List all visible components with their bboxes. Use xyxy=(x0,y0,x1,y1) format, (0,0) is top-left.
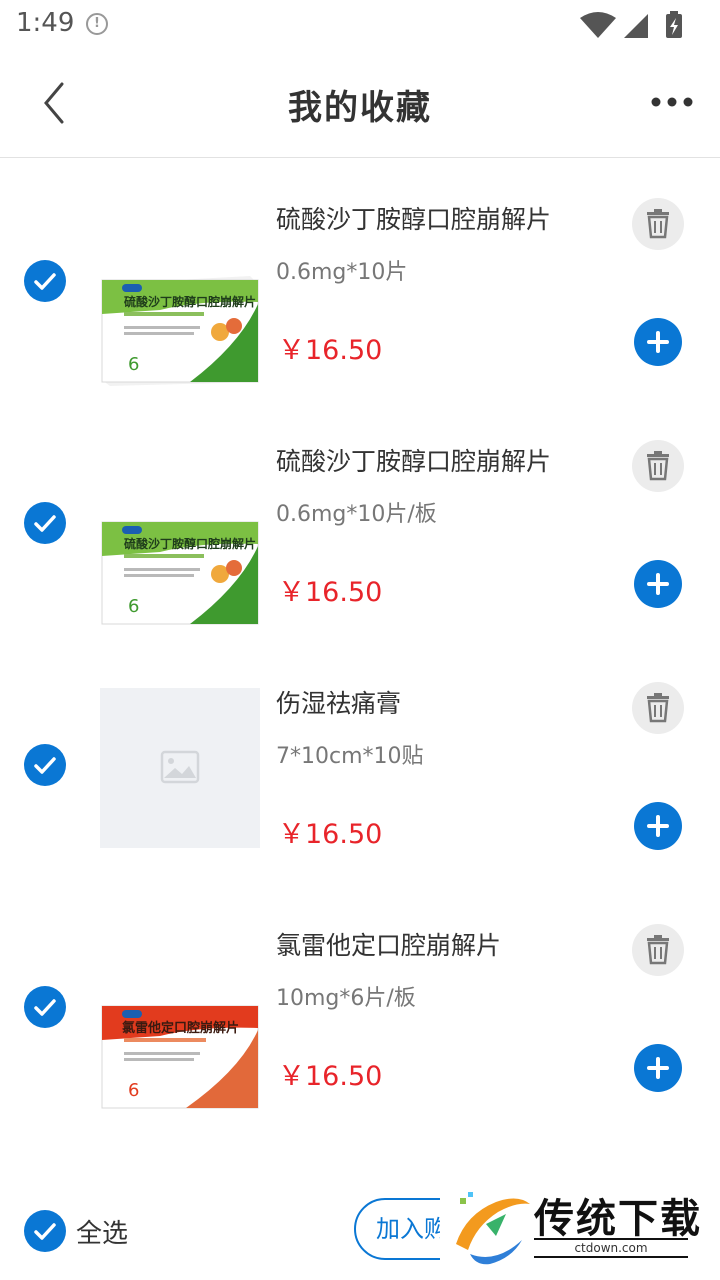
product-spec: 7*10cm*10贴 xyxy=(276,744,424,769)
wifi-icon xyxy=(580,12,616,38)
status-time: 1:49 xyxy=(16,8,75,38)
delete-button[interactable] xyxy=(632,198,684,250)
item-checkbox[interactable] xyxy=(24,502,66,544)
delete-button[interactable] xyxy=(632,682,684,734)
product-price: ￥16.50 xyxy=(278,335,383,366)
product-spec: 0.6mg*10片 xyxy=(276,260,408,285)
product-price: ￥16.50 xyxy=(278,577,383,608)
delete-button[interactable] xyxy=(632,924,684,976)
svg-text:氯雷他定口腔崩解片: 氯雷他定口腔崩解片 xyxy=(122,1020,239,1036)
select-all-label[interactable]: 全选 xyxy=(76,1213,128,1250)
svg-text:硫酸沙丁胺醇口腔崩解片: 硫酸沙丁胺醇口腔崩解片 xyxy=(124,294,256,309)
check-icon xyxy=(34,273,56,290)
trash-icon xyxy=(647,209,669,239)
watermark: 传统下载 ctdown.com xyxy=(440,1180,720,1280)
product-spec: 0.6mg*10片/板 xyxy=(276,502,437,527)
more-button[interactable] xyxy=(650,88,694,116)
add-to-cart-button[interactable] xyxy=(634,802,682,850)
signal-icon xyxy=(624,14,648,38)
product-spec: 10mg*6片/板 xyxy=(276,986,416,1011)
product-price: ￥16.50 xyxy=(278,1061,383,1092)
check-icon xyxy=(34,757,56,774)
check-icon xyxy=(34,1223,56,1240)
more-horizontal-icon xyxy=(651,97,693,107)
favorite-item[interactable]: 氯雷他定口腔崩解片 6 氯雷他定口腔崩解片 10mg*6片/板 ￥16.50 xyxy=(0,924,720,1166)
trash-icon xyxy=(647,693,669,723)
back-button[interactable] xyxy=(34,78,78,128)
favorite-item[interactable]: 硫酸沙丁胺醇口腔崩解片 6 硫酸沙丁胺醇口腔崩解片 0.6mg*10片/板 ￥1… xyxy=(0,440,720,682)
item-checkbox[interactable] xyxy=(24,986,66,1028)
svg-text:6: 6 xyxy=(128,1080,139,1101)
svg-text:6: 6 xyxy=(128,596,139,617)
chevron-left-icon xyxy=(44,82,64,124)
plus-icon xyxy=(647,1057,669,1079)
product-name[interactable]: 硫酸沙丁胺醇口腔崩解片 xyxy=(276,200,551,236)
add-to-cart-button[interactable] xyxy=(634,560,682,608)
product-image[interactable]: 硫酸沙丁胺醇口腔崩解片 6 xyxy=(100,486,260,646)
check-icon xyxy=(34,515,56,532)
favorite-item[interactable]: 伤湿祛痛膏 7*10cm*10贴 ￥16.50 xyxy=(0,682,720,924)
watermark-logo-icon xyxy=(456,1192,530,1265)
svg-text:硫酸沙丁胺醇口腔崩解片: 硫酸沙丁胺醇口腔崩解片 xyxy=(124,536,256,551)
plus-icon xyxy=(647,331,669,353)
plus-icon xyxy=(647,815,669,837)
product-name[interactable]: 硫酸沙丁胺醇口腔崩解片 xyxy=(276,442,551,478)
product-price: ￥16.50 xyxy=(278,819,383,850)
select-all-checkbox[interactable] xyxy=(24,1210,66,1252)
add-to-cart-button[interactable] xyxy=(634,1044,682,1092)
delete-button[interactable] xyxy=(632,440,684,492)
image-placeholder[interactable] xyxy=(100,688,260,848)
product-image[interactable]: 氯雷他定口腔崩解片 6 xyxy=(100,970,260,1130)
check-icon xyxy=(34,999,56,1016)
favorite-item[interactable]: 硫酸沙丁胺醇口腔崩解片 6 硫酸沙丁胺醇口腔崩解片 0.6mg*10片 ￥16.… xyxy=(0,198,720,440)
svg-text:6: 6 xyxy=(128,354,139,375)
product-image[interactable]: 硫酸沙丁胺醇口腔崩解片 6 xyxy=(100,244,260,404)
watermark-text: 传统下载 xyxy=(534,1196,702,1242)
item-checkbox[interactable] xyxy=(24,744,66,786)
app-header: 我的收藏 xyxy=(0,50,720,158)
product-name[interactable]: 氯雷他定口腔崩解片 xyxy=(276,926,501,962)
footer-bar: 全选 加入购物车 传统下载 ctdown.com xyxy=(0,1180,720,1280)
page-title: 我的收藏 xyxy=(288,88,432,128)
status-bar: 1:49 ! xyxy=(0,0,720,50)
info-circle-icon: ! xyxy=(86,13,108,35)
trash-icon xyxy=(647,451,669,481)
battery-charging-icon xyxy=(666,11,682,38)
trash-icon xyxy=(647,935,669,965)
watermark-url: ctdown.com xyxy=(534,1238,688,1258)
product-name[interactable]: 伤湿祛痛膏 xyxy=(276,684,401,720)
add-to-cart-button[interactable] xyxy=(634,318,682,366)
plus-icon xyxy=(647,573,669,595)
item-checkbox[interactable] xyxy=(24,260,66,302)
